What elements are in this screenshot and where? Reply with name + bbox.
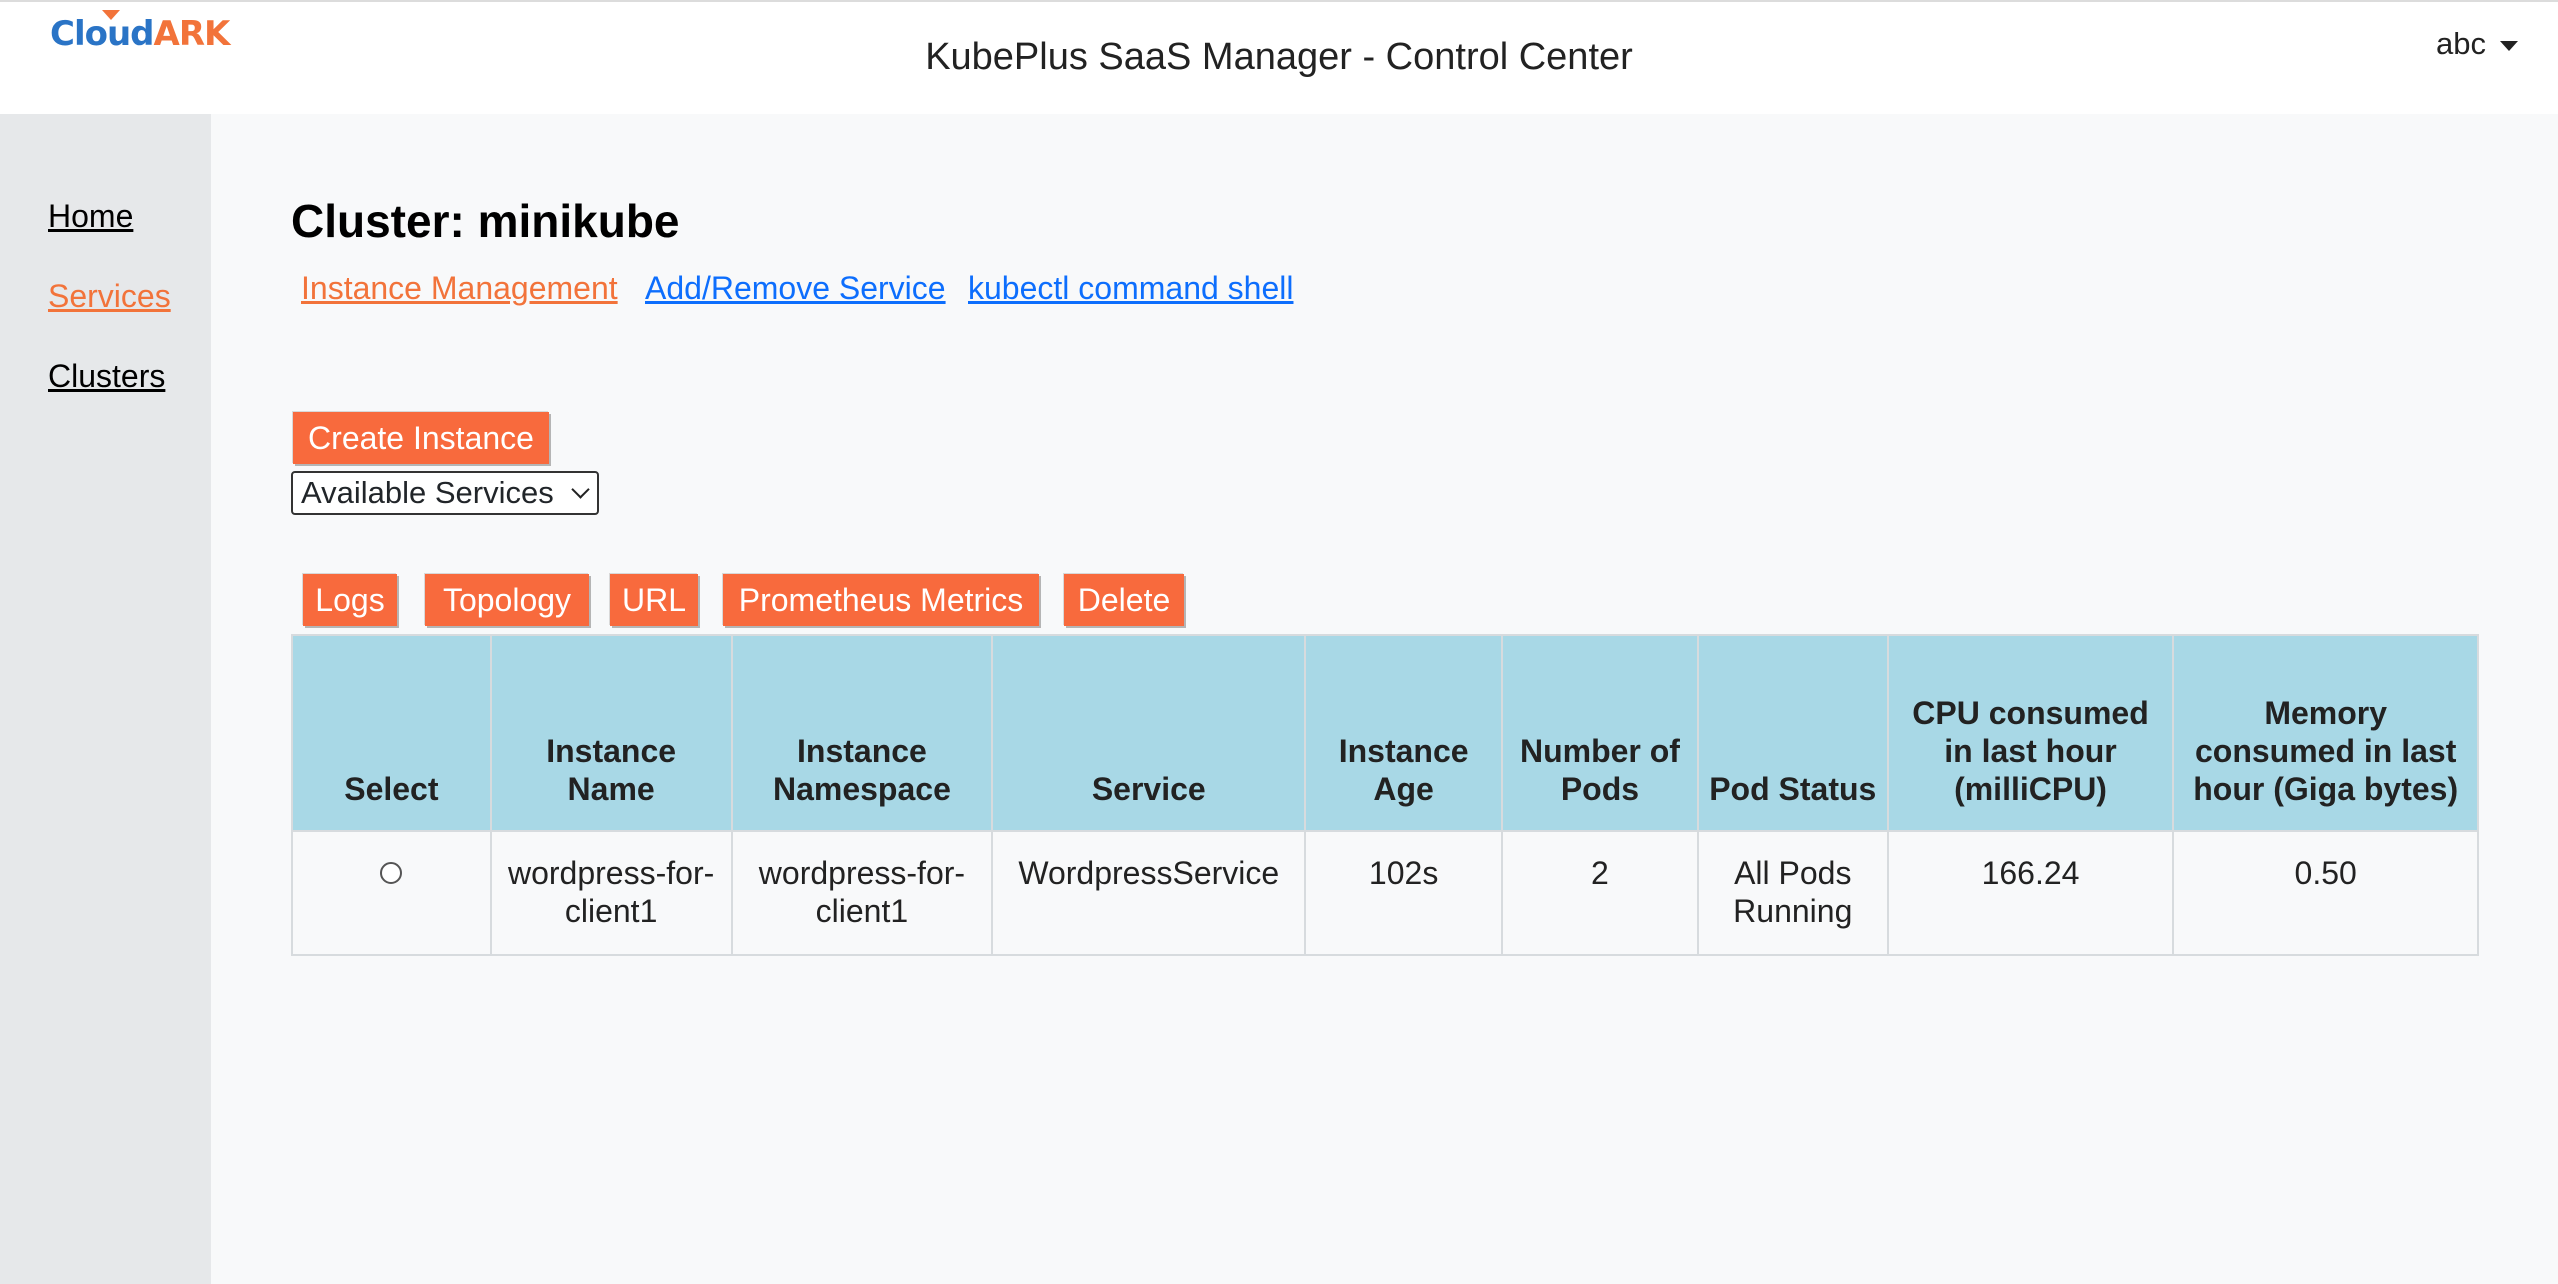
column-header-service: Service: [991, 634, 1307, 832]
sidebar-item-home[interactable]: Home: [48, 198, 133, 235]
user-menu[interactable]: abc: [2436, 26, 2518, 62]
sidebar-item-services[interactable]: Services: [48, 278, 171, 315]
top-bar: CloudARK KubePlus SaaS Manager - Control…: [0, 0, 2558, 114]
column-header-pod-status: Pod Status: [1696, 634, 1889, 832]
column-header-instance-age: Instance Age: [1304, 634, 1504, 832]
age-cell: 102s: [1304, 830, 1504, 956]
sidebar: Home Services Clusters: [0, 114, 211, 1284]
sidebar-item-clusters[interactable]: Clusters: [48, 358, 165, 395]
tab-kubectl-shell[interactable]: kubectl command shell: [968, 270, 1293, 307]
pod-status-cell: All Pods Running: [1696, 830, 1889, 956]
logs-button[interactable]: Logs: [303, 574, 397, 626]
tab-add-remove-service[interactable]: Add/Remove Service: [645, 270, 946, 307]
service-select[interactable]: Available Services: [291, 471, 599, 515]
logo-accent-icon: [102, 10, 120, 20]
column-header-number-of-pods: Number of Pods: [1501, 634, 1699, 832]
chevron-down-icon: [571, 480, 590, 499]
column-header-select: Select: [291, 634, 492, 832]
select-cell: [291, 830, 492, 956]
column-header-memory: Memory consumed in last hour (Giga bytes…: [2172, 634, 2479, 832]
prometheus-metrics-button[interactable]: Prometheus Metrics: [723, 574, 1039, 626]
cpu-cell: 166.24: [1886, 830, 2175, 956]
caret-down-icon: [2500, 40, 2518, 51]
table-row[interactable]: wordpress-for-client1 wordpress-for-clie…: [291, 830, 2479, 956]
instances-table: Select Instance Name Instance Namespace …: [291, 634, 2479, 956]
service-cell: WordpressService: [991, 830, 1307, 956]
instance-name-cell: wordpress-for-client1: [489, 830, 733, 956]
delete-button[interactable]: Delete: [1064, 574, 1184, 626]
row-select-radio[interactable]: [380, 862, 403, 884]
table-header-row: Select Instance Name Instance Namespace …: [291, 634, 2479, 832]
topology-button[interactable]: Topology: [425, 574, 589, 626]
column-header-instance-name: Instance Name: [489, 634, 733, 832]
column-header-instance-namespace: Instance Namespace: [730, 634, 994, 832]
page-title: Cluster: minikube: [291, 195, 680, 247]
pods-cell: 2: [1501, 830, 1699, 956]
url-button[interactable]: URL: [610, 574, 698, 626]
app-title: KubePlus SaaS Manager - Control Center: [925, 36, 1633, 78]
memory-cell: 0.50: [2172, 830, 2479, 956]
create-instance-button[interactable]: Create Instance: [293, 412, 549, 464]
user-name: abc: [2436, 26, 2486, 61]
service-select-value: Available Services: [301, 475, 554, 510]
main-content: Cluster: minikube Instance Management Ad…: [211, 114, 2558, 1284]
tab-instance-management[interactable]: Instance Management: [301, 270, 618, 307]
namespace-cell: wordpress-for-client1: [730, 830, 994, 956]
column-header-cpu: CPU consumed in last hour (milliCPU): [1886, 634, 2175, 832]
